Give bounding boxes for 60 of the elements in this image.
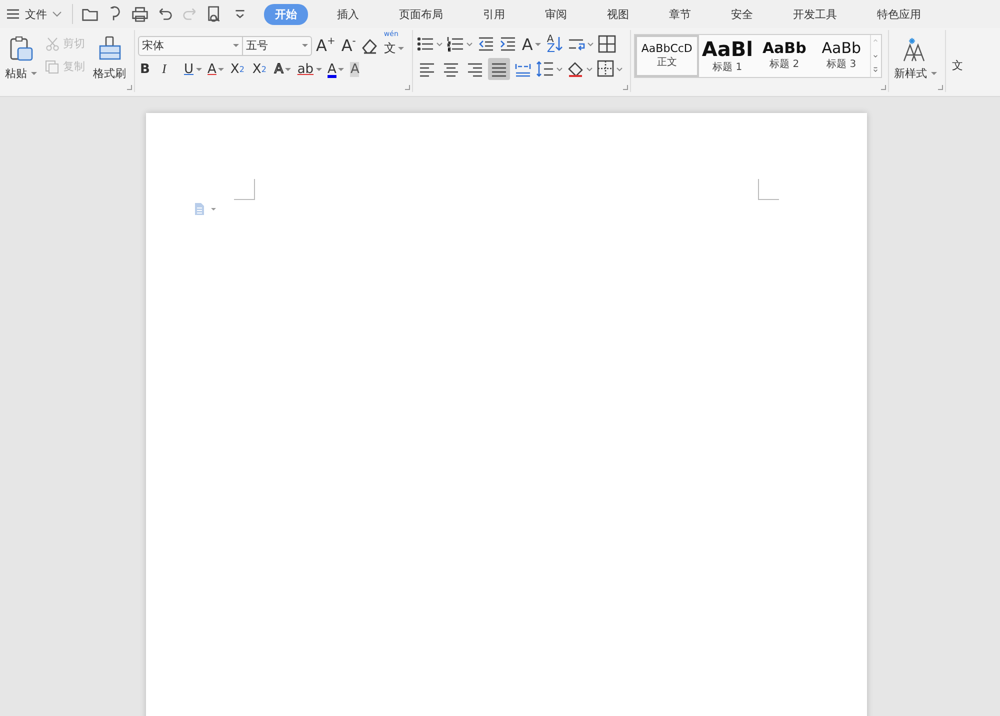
table-grid-icon[interactable] [597,34,618,54]
dialog-launcher-icon[interactable] [880,85,886,90]
highlight-button[interactable]: ab [295,62,324,76]
dialog-launcher-icon[interactable] [938,85,943,90]
margin-corner-mark [234,179,254,200]
style-option[interactable]: AaBb 标题 2 [756,35,813,77]
caret-icon [534,42,541,46]
new-style-button[interactable]: 新样式 [892,34,939,83]
copy-icon [45,60,60,74]
paintbrush-icon [98,36,122,62]
numbered-list-icon[interactable] [446,34,474,54]
shade-button[interactable]: A [348,62,368,76]
ribbon-tab[interactable]: 引用 [472,4,516,24]
italic-button[interactable]: I [160,61,180,77]
ribbon-tab[interactable]: 页面布局 [388,4,454,24]
style-option[interactable]: AaBb 标题 3 [812,35,870,77]
underline-button[interactable]: U [182,62,204,76]
color-button[interactable]: A [326,62,346,76]
ribbon-tab[interactable]: 开发工具 [782,4,848,24]
down-arrow-icon [555,35,564,53]
paste-button[interactable]: 粘贴 [3,34,39,83]
strike-button[interactable]: A [206,62,226,76]
ribbon-tab[interactable]: 章节 [658,4,702,24]
borders-icon[interactable] [596,59,624,79]
print-icon[interactable] [129,4,151,24]
chevron-icon [52,10,62,18]
caret-icon [398,47,404,50]
file-menu[interactable]: 文件 [6,6,66,22]
ribbon-tab[interactable]: 插入 [326,4,370,24]
ribbon-tab[interactable]: 视图 [596,4,640,24]
dialog-launcher-icon[interactable] [404,85,410,90]
shrink-font-button[interactable]: A$^{-}$ [339,36,358,55]
align-button[interactable] [488,58,510,80]
text-direction-button[interactable]: A [520,34,543,54]
super-button[interactable]: X$^{2}$ [228,62,248,76]
ribbon-tab[interactable]: 安全 [720,4,764,24]
sort-button[interactable]: A Z [544,35,566,53]
dialog-launcher-icon[interactable] [622,85,628,90]
ribbon-label[interactable]: 文 [952,58,963,73]
caret-icon [218,68,224,70]
caret-icon [338,68,344,70]
menu-icon [6,8,20,20]
format-painter-button[interactable]: 格式刷 [91,34,128,83]
caret-icon [31,72,37,75]
style-option[interactable]: AaBbCcD 正文 [634,35,699,77]
ribbon-tab[interactable]: 审阅 [534,4,578,24]
caret-icon [285,68,292,70]
margin-corner-mark [758,179,778,200]
dialog-launcher-icon[interactable] [127,85,132,90]
grow-font-button[interactable]: A$^{+}$ [314,36,338,55]
scissors-icon [45,36,60,50]
caret-icon [316,68,322,70]
clipboard-icon [9,36,33,62]
outline-button[interactable]: A [272,62,294,76]
ribbon-tab[interactable]: 特色应用 [866,4,932,24]
style-option[interactable]: AaBl 标题 1 [698,35,756,77]
bold-button[interactable]: B [138,62,158,76]
caret-icon [930,72,937,75]
paragraph-spacing-icon[interactable] [536,59,564,79]
caret-icon [196,68,202,70]
